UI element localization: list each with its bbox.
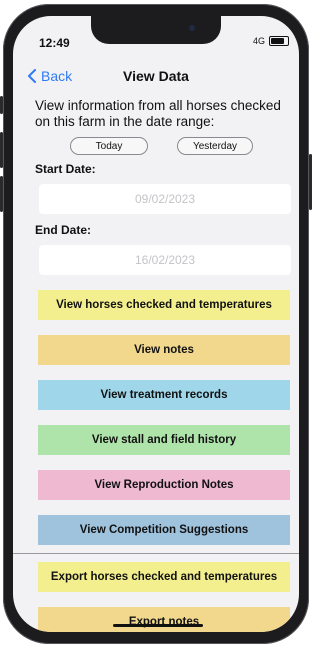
mute-switch xyxy=(0,96,3,114)
page-title: View Data xyxy=(123,68,189,84)
status-time: 12:49 xyxy=(39,36,70,50)
view-horses-checked-button[interactable]: View horses checked and temperatures xyxy=(38,290,290,320)
today-button[interactable]: Today xyxy=(70,137,148,155)
export-horses-checked-button[interactable]: Export horses checked and temperatures xyxy=(38,562,290,592)
home-indicator[interactable] xyxy=(113,624,203,627)
view-treatment-records-button[interactable]: View treatment records xyxy=(38,380,290,410)
view-competition-suggestions-button[interactable]: View Competition Suggestions xyxy=(38,515,290,545)
end-date-field[interactable]: 16/02/2023 xyxy=(39,245,291,275)
view-stall-field-history-button[interactable]: View stall and field history xyxy=(38,425,290,455)
power-button xyxy=(309,154,312,210)
app-screen: 12:49 4G Back View Data View information… xyxy=(13,16,299,632)
navigation-bar: Back View Data xyxy=(13,66,299,86)
camera-icon xyxy=(189,25,195,31)
yesterday-button[interactable]: Yesterday xyxy=(177,137,253,155)
battery-icon xyxy=(269,36,290,46)
phone-frame: 12:49 4G Back View Data View information… xyxy=(0,4,312,644)
start-date-label: Start Date: xyxy=(35,162,96,176)
notch xyxy=(91,16,221,44)
export-notes-button[interactable]: Export notes xyxy=(38,607,290,632)
network-type: 4G xyxy=(253,36,266,46)
volume-down-button xyxy=(0,176,3,212)
end-date-label: End Date: xyxy=(35,223,92,237)
start-date-field[interactable]: 09/02/2023 xyxy=(39,184,291,214)
volume-up-button xyxy=(0,132,3,168)
section-divider xyxy=(13,553,299,554)
intro-text: View information from all horses checked… xyxy=(35,98,281,129)
view-notes-button[interactable]: View notes xyxy=(38,335,290,365)
status-indicators: 4G xyxy=(253,36,290,46)
view-reproduction-notes-button[interactable]: View Reproduction Notes xyxy=(38,470,290,500)
